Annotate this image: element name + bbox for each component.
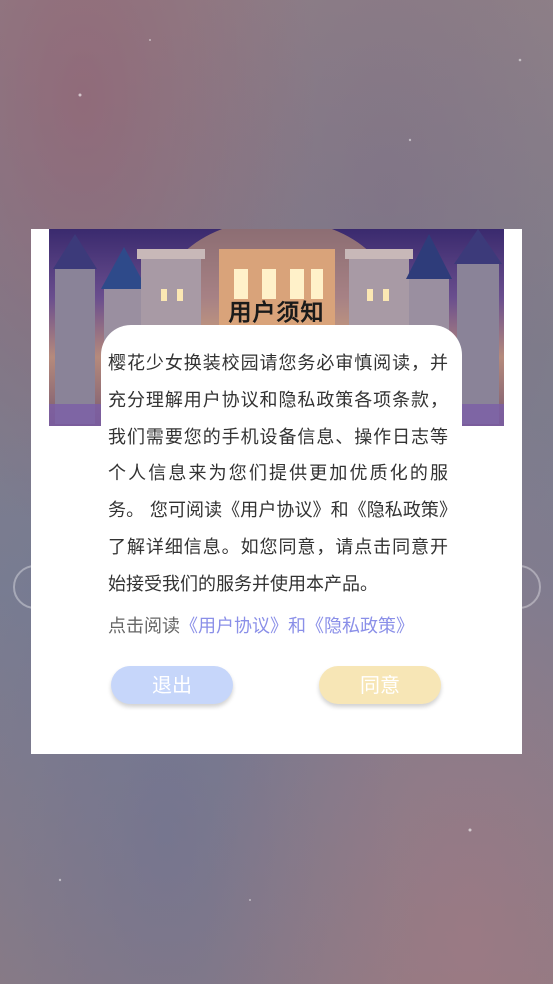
user-notice-dialog: 用户须知 樱花少女换装校园请您务必审慎阅读，并充分理解用户协议和隐私政策各项条款…: [31, 229, 522, 754]
agree-button[interactable]: 同意: [319, 666, 441, 704]
agreement-policy-link[interactable]: 《用户协议》和《隐私政策》: [180, 616, 414, 637]
dialog-title: 用户须知: [228, 300, 325, 326]
read-agreement-line: 点击阅读《用户协议》和《隐私政策》: [108, 612, 414, 638]
notice-body-text: 樱花少女换装校园请您务必审慎阅读，并充分理解用户协议和隐私政策各项条款，我们需要…: [108, 353, 448, 595]
read-prefix-text: 点击阅读: [108, 616, 180, 637]
exit-button[interactable]: 退出: [111, 666, 233, 704]
